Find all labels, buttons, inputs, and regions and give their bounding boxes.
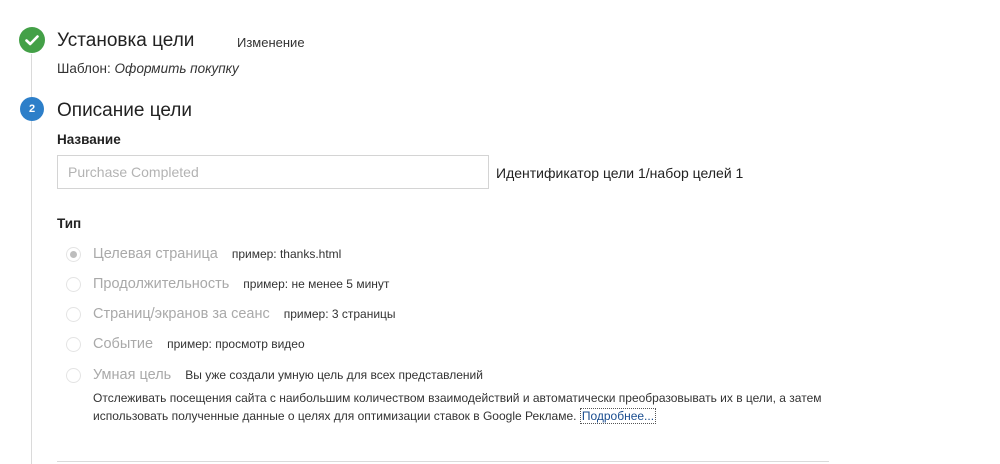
template-summary: Шаблон: Оформить покупку — [57, 61, 239, 76]
goal-id-text: Идентификатор цели 1/набор целей 1 — [496, 165, 744, 181]
goal-name-input[interactable] — [57, 155, 489, 189]
goal-type-option-smart-goal[interactable]: Умная цель Вы уже создали умную цель для… — [66, 365, 483, 385]
step2-number-badge: 2 — [20, 97, 44, 121]
step1-title: Установка цели — [57, 30, 195, 51]
goal-type-label: Продолжительность — [93, 276, 230, 292]
radio-button-selected[interactable] — [66, 246, 81, 262]
goal-type-label: Умная цель — [93, 367, 172, 383]
goal-type-label: Тип — [57, 216, 82, 231]
radio-button[interactable] — [66, 306, 81, 322]
radio-button[interactable] — [66, 336, 81, 352]
goal-type-option-event[interactable]: Событие пример: просмотр видео — [66, 334, 305, 354]
smart-goal-description-text: Отслеживать посещения сайта с наибольшим… — [93, 391, 822, 423]
template-value: Оформить покупку — [114, 61, 239, 76]
smart-goal-description: Отслеживать посещения сайта с наибольшим… — [93, 389, 833, 425]
template-prefix: Шаблон: — [57, 61, 115, 76]
step-complete-check-icon — [19, 27, 45, 53]
step2-title: Описание цели — [57, 100, 193, 121]
edit-goal-setup-link[interactable]: Изменение — [237, 35, 305, 50]
goal-type-option-duration[interactable]: Продолжительность пример: не менее 5 мин… — [66, 274, 389, 294]
radio-button[interactable] — [66, 367, 81, 383]
goal-name-label: Название — [57, 132, 121, 147]
goal-type-label: Страниц/экранов за сеанс — [93, 306, 270, 322]
goal-type-option-destination[interactable]: Целевая страница пример: thanks.html — [66, 244, 341, 264]
goal-type-label: Целевая страница — [93, 246, 218, 262]
section-divider — [57, 461, 829, 462]
goal-type-example: пример: не менее 5 минут — [243, 277, 390, 291]
goal-type-example: пример: 3 страницы — [283, 307, 396, 321]
goal-type-example: пример: просмотр видео — [167, 337, 305, 351]
goal-type-label: Событие — [93, 336, 154, 352]
goal-type-example: пример: thanks.html — [231, 247, 342, 261]
goal-type-option-pages-per-session[interactable]: Страниц/экранов за сеанс пример: 3 стран… — [66, 304, 396, 324]
learn-more-link[interactable]: Подробнее... — [579, 408, 657, 424]
radio-button[interactable] — [66, 276, 81, 292]
goal-type-example: Вы уже создали умную цель для всех предс… — [185, 368, 483, 382]
